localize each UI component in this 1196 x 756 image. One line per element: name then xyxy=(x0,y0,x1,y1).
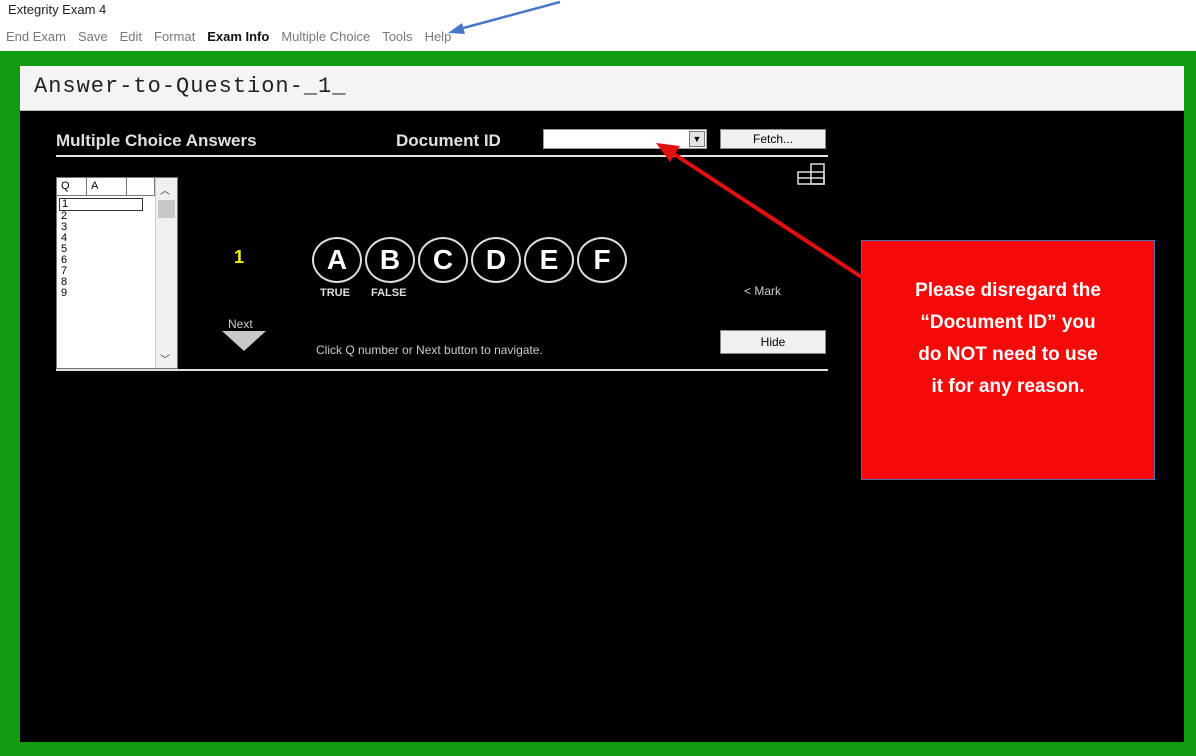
menu-help[interactable]: Help xyxy=(425,29,452,47)
column-header-q[interactable]: Q xyxy=(57,178,87,195)
blue-arrow-icon xyxy=(455,0,561,32)
question-list-header: Q A xyxy=(57,178,155,196)
menu-format[interactable]: Format xyxy=(154,29,195,47)
menu-tools[interactable]: Tools xyxy=(382,29,412,47)
document-header: Answer-to-Question-_1_ xyxy=(20,66,1184,111)
split-view-icon[interactable] xyxy=(797,163,825,185)
choice-b-button[interactable]: B xyxy=(365,237,415,283)
divider-top xyxy=(56,155,828,157)
notice-line: “Document ID” you xyxy=(920,312,1096,333)
question-list-rows: 1 2 3 4 5 6 7 8 9 xyxy=(59,198,155,299)
list-item[interactable]: 3 xyxy=(59,222,155,233)
question-list-scrollbar[interactable]: ︿ ﹀ xyxy=(155,178,177,368)
app-title: Extegrity Exam 4 xyxy=(8,2,107,17)
document-id-select[interactable]: ▼ xyxy=(543,129,707,149)
fetch-button[interactable]: Fetch... xyxy=(720,129,826,149)
chevron-down-icon[interactable]: ﹀ xyxy=(160,351,170,366)
choice-a-button[interactable]: A xyxy=(312,237,362,283)
choice-e-button[interactable]: E xyxy=(524,237,574,283)
list-item[interactable]: 8 xyxy=(59,277,155,288)
choice-c-button[interactable]: C xyxy=(418,237,468,283)
list-item[interactable]: 2 xyxy=(59,211,155,222)
notice-line: it for any reason. xyxy=(931,376,1085,397)
scrollbar-thumb[interactable] xyxy=(158,200,175,218)
menu-save[interactable]: Save xyxy=(78,29,108,47)
next-arrow-icon[interactable] xyxy=(222,331,266,351)
menu-multiple-choice[interactable]: Multiple Choice xyxy=(281,29,370,47)
navigation-hint: Click Q number or Next button to navigat… xyxy=(316,343,543,357)
hide-button[interactable]: Hide xyxy=(720,330,826,354)
menu-bar: End Exam Save Edit Format Exam Info Mult… xyxy=(6,29,451,47)
next-label: Next xyxy=(228,317,253,331)
list-item[interactable]: 1 xyxy=(59,198,143,211)
menu-edit[interactable]: Edit xyxy=(120,29,142,47)
document-id-label: Document ID xyxy=(396,131,501,150)
list-item[interactable]: 5 xyxy=(59,244,155,255)
list-item[interactable]: 6 xyxy=(59,255,155,266)
menu-exam-info[interactable]: Exam Info xyxy=(207,29,269,47)
question-list[interactable]: Q A 1 2 3 4 5 6 7 8 9 ︿ ﹀ xyxy=(56,177,178,369)
menu-end-exam[interactable]: End Exam xyxy=(6,29,66,47)
divider-bottom xyxy=(56,369,828,371)
list-item[interactable]: 7 xyxy=(59,266,155,277)
current-question-number: 1 xyxy=(234,247,245,267)
false-label: FALSE xyxy=(371,287,407,299)
mc-panel-title: Multiple Choice Answers xyxy=(56,131,257,150)
notice-line: do NOT need to use xyxy=(918,344,1098,365)
chevron-down-icon[interactable]: ▼ xyxy=(689,131,705,147)
column-header-blank xyxy=(127,178,155,195)
mark-button[interactable]: < Mark xyxy=(744,284,781,298)
choice-f-button[interactable]: F xyxy=(577,237,627,283)
notice-line: Please disregard the xyxy=(915,280,1101,301)
list-item[interactable]: 9 xyxy=(59,288,155,299)
choice-d-button[interactable]: D xyxy=(471,237,521,283)
notice-box: Please disregard the “Document ID” you d… xyxy=(861,240,1155,480)
column-header-a[interactable]: A xyxy=(87,178,127,195)
chevron-up-icon[interactable]: ︿ xyxy=(160,182,170,197)
true-label: TRUE xyxy=(320,287,350,299)
document-title: Answer-to-Question-_1_ xyxy=(34,74,347,99)
list-item[interactable]: 4 xyxy=(59,233,155,244)
